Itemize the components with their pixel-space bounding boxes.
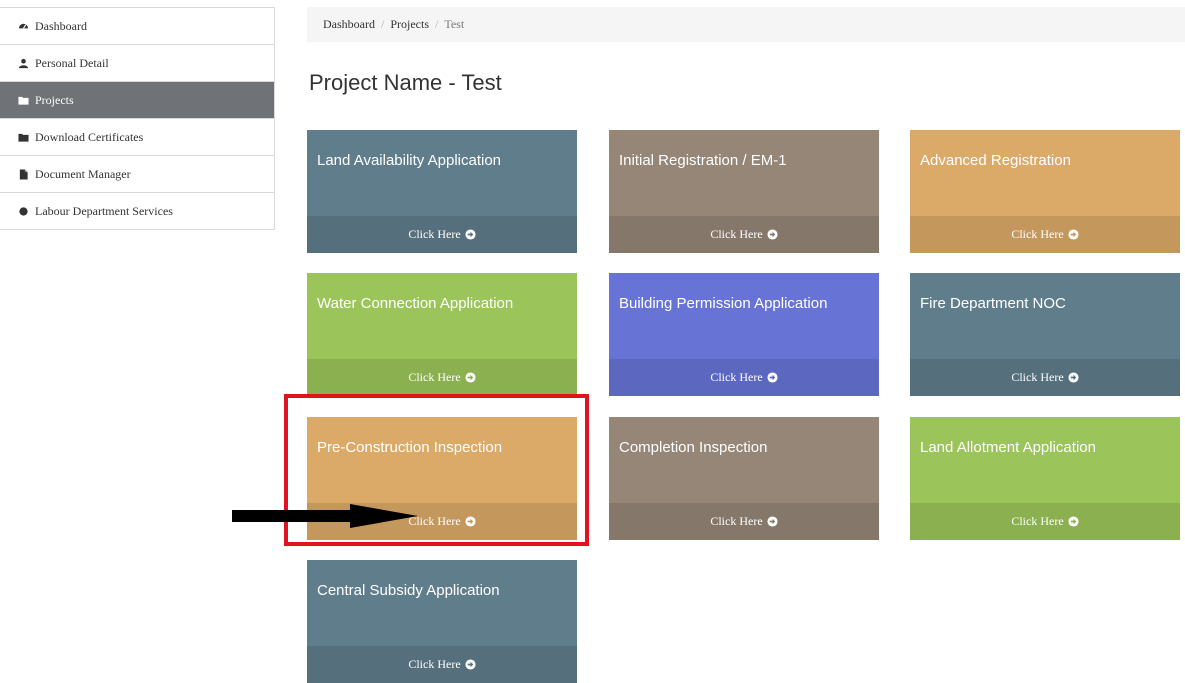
tile-land-allotment-application: Land Allotment Application Click Here — [910, 417, 1180, 540]
tile-title: Central Subsidy Application — [317, 582, 500, 599]
sidebar-item-label: Download Certificates — [35, 129, 144, 144]
page-title: Project Name - Test — [309, 70, 502, 95]
breadcrumb-separator: / — [380, 17, 385, 31]
click-here-button[interactable]: Click Here — [609, 359, 879, 396]
circle-icon — [18, 206, 29, 217]
button-label: Click Here — [710, 514, 763, 528]
click-here-button[interactable]: Click Here — [307, 216, 577, 253]
click-here-button[interactable]: Click Here — [609, 216, 879, 253]
breadcrumb-link-dashboard[interactable]: Dashboard — [323, 17, 375, 32]
tile-fire-department-noc: Fire Department NOC Click Here — [910, 273, 1180, 396]
sidebar-item-label: Personal Detail — [35, 55, 109, 70]
breadcrumb-current: Test — [444, 17, 465, 31]
arrow-circle-right-icon — [465, 659, 476, 670]
tile-land-availability-application: Land Availability Application Click Here — [307, 130, 577, 253]
tile-title: Water Connection Application — [317, 295, 514, 312]
sidebar-item-label: Dashboard — [35, 18, 87, 33]
sidebar-item-personal-detail[interactable]: Personal Detail — [0, 45, 274, 82]
sidebar-item-dashboard[interactable]: Dashboard — [0, 8, 274, 45]
arrow-circle-right-icon — [767, 372, 778, 383]
tile-initial-registration: Initial Registration / EM-1 Click Here — [609, 130, 879, 253]
tile-title: Fire Department NOC — [920, 295, 1066, 312]
folder-icon — [18, 132, 29, 143]
tile-central-subsidy-application: Central Subsidy Application Click Here — [307, 560, 577, 683]
arrow-circle-right-icon — [465, 372, 476, 383]
sidebar-item-download-certificates[interactable]: Download Certificates — [0, 119, 274, 156]
folder-icon — [18, 95, 29, 106]
click-here-button[interactable]: Click Here — [307, 359, 577, 396]
sidebar: Dashboard Personal Detail Projects Downl… — [0, 7, 275, 230]
tile-building-permission-application: Building Permission Application Click He… — [609, 273, 879, 396]
breadcrumb: Dashboard / Projects / Test — [307, 7, 1185, 42]
button-label: Click Here — [710, 370, 763, 384]
button-label: Click Here — [408, 657, 461, 671]
arrow-circle-right-icon — [1068, 516, 1079, 527]
tile-title: Initial Registration / EM-1 — [619, 152, 787, 169]
sidebar-item-labour-department-services[interactable]: Labour Department Services — [0, 193, 274, 230]
tile-title: Land Allotment Application — [920, 439, 1096, 456]
sidebar-item-document-manager[interactable]: Document Manager — [0, 156, 274, 193]
tile-title: Building Permission Application — [619, 295, 828, 312]
arrow-circle-right-icon — [1068, 372, 1079, 383]
tile-title: Completion Inspection — [619, 439, 768, 456]
button-label: Click Here — [1011, 370, 1064, 384]
button-label: Click Here — [1011, 514, 1064, 528]
arrow-circle-right-icon — [465, 229, 476, 240]
click-here-button[interactable]: Click Here — [910, 359, 1180, 396]
click-here-button[interactable]: Click Here — [609, 503, 879, 540]
tile-title: Land Availability Application — [317, 152, 502, 169]
sidebar-item-label: Document Manager — [35, 166, 131, 181]
sidebar-item-projects[interactable]: Projects — [0, 82, 274, 119]
click-here-button[interactable]: Click Here — [910, 503, 1180, 540]
click-here-button[interactable]: Click Here — [910, 216, 1180, 253]
sidebar-item-label: Labour Department Services — [35, 203, 173, 218]
breadcrumb-separator: / — [435, 17, 439, 31]
arrow-circle-right-icon — [767, 516, 778, 527]
dashboard-icon — [18, 21, 29, 32]
breadcrumb-link-projects[interactable]: Projects — [390, 17, 429, 32]
button-label: Click Here — [710, 227, 763, 241]
pointer-arrow-icon — [232, 504, 418, 528]
tile-completion-inspection: Completion Inspection Click Here — [609, 417, 879, 540]
tile-advanced-registration: Advanced Registration Click Here — [910, 130, 1180, 253]
button-label: Click Here — [408, 370, 461, 384]
button-label: Click Here — [1011, 227, 1064, 241]
user-icon — [18, 58, 29, 69]
sidebar-item-label: Projects — [35, 92, 74, 107]
tile-water-connection-application: Water Connection Application Click Here — [307, 273, 577, 396]
file-icon — [18, 168, 29, 180]
tile-title: Advanced Registration — [920, 152, 1071, 169]
button-label: Click Here — [408, 227, 461, 241]
arrow-circle-right-icon — [767, 229, 778, 240]
arrow-circle-right-icon — [1068, 229, 1079, 240]
click-here-button[interactable]: Click Here — [307, 646, 577, 683]
